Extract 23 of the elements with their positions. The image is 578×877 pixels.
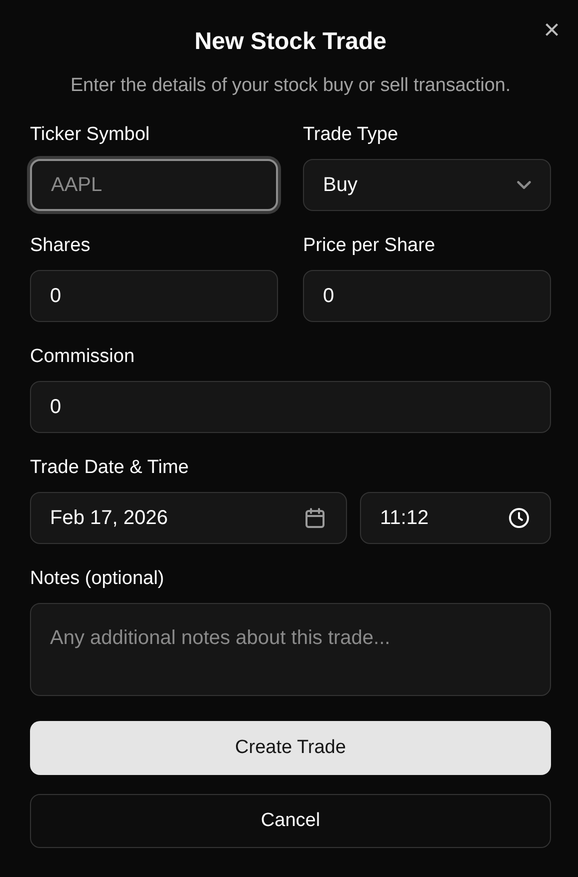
- field-label: Notes (optional): [30, 567, 166, 591]
- calendar-icon: [303, 506, 327, 530]
- close-button[interactable]: ×: [544, 18, 560, 42]
- chevron-down-icon: [517, 181, 531, 189]
- field-label: Shares: [30, 234, 92, 258]
- text-input[interactable]: AAPL: [30, 159, 278, 211]
- date-picker[interactable]: Feb 17, 2026: [30, 492, 347, 544]
- dialog-description: Enter the details of your stock buy or sell transaction.: [69, 74, 512, 98]
- text-input[interactable]: 0: [30, 381, 551, 433]
- trade-type-select[interactable]: Buy: [303, 159, 551, 211]
- clock-icon: [507, 506, 531, 530]
- field-label: Trade Date & Time: [30, 456, 190, 480]
- text-input[interactable]: 0: [303, 270, 551, 322]
- field-label: Ticker Symbol: [30, 123, 151, 147]
- cancel-button[interactable]: Cancel: [30, 794, 551, 848]
- time-picker[interactable]: 11:12: [360, 492, 551, 544]
- create-trade-button[interactable]: Create Trade: [30, 721, 551, 775]
- field-label: Price per Share: [303, 234, 436, 258]
- field-label: Commission: [30, 345, 136, 369]
- dialog-title: New Stock Trade: [193, 27, 388, 57]
- text-input[interactable]: 0: [30, 270, 278, 322]
- field-label: Trade Type: [303, 123, 400, 147]
- notes-textarea[interactable]: Any additional notes about this trade...: [30, 603, 551, 696]
